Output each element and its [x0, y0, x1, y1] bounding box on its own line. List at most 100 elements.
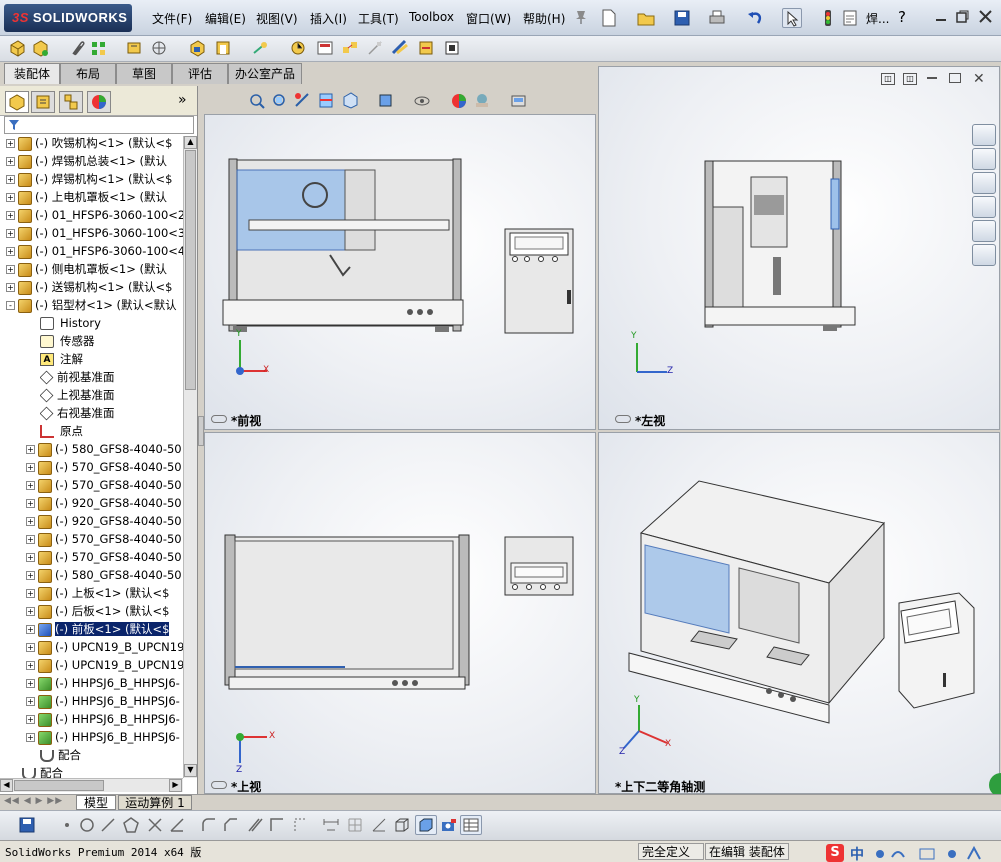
- exploded-view-icon[interactable]: [341, 39, 359, 57]
- menu-toolbox[interactable]: Toolbox: [409, 10, 454, 24]
- tree-item-plane[interactable]: 前视基准面: [40, 368, 115, 386]
- expander-icon[interactable]: +: [6, 229, 15, 238]
- expander-icon[interactable]: +: [6, 175, 15, 184]
- expander-icon[interactable]: +: [6, 139, 15, 148]
- ime-logo-icon[interactable]: S: [826, 844, 844, 862]
- tree-item-part[interactable]: + (-) HHPSJ6_B_HHPSJ6-: [26, 674, 180, 692]
- top-view-link-icon[interactable]: [211, 781, 227, 789]
- view-cube-icon[interactable]: [393, 816, 411, 834]
- offset-icon[interactable]: [246, 816, 264, 834]
- tree-item-sensor[interactable]: 传感器: [40, 332, 95, 350]
- tree-item-origin[interactable]: 原点: [40, 422, 83, 440]
- tree-item-part[interactable]: + (-) 570_GFS8-4040-50: [26, 476, 182, 494]
- tree-item-component[interactable]: + (-) 侧电机罩板<1> (默认: [6, 260, 167, 278]
- expander-icon[interactable]: +: [26, 733, 35, 742]
- fillet-icon[interactable]: [200, 816, 218, 834]
- expander-icon[interactable]: +: [26, 445, 35, 454]
- tree-item-annot[interactable]: A 注解: [40, 350, 83, 368]
- menu-tools[interactable]: 工具(T): [358, 10, 399, 27]
- undo-icon[interactable]: [745, 8, 765, 28]
- expander-icon[interactable]: +: [6, 283, 15, 292]
- tab-office-products[interactable]: 办公室产品: [228, 63, 302, 84]
- point-icon[interactable]: [58, 816, 76, 834]
- expander-icon[interactable]: +: [26, 463, 35, 472]
- tab-model[interactable]: 模型: [76, 795, 116, 810]
- clearance-verification-icon[interactable]: [417, 39, 435, 57]
- configuration-manager-tab-icon[interactable]: [59, 91, 83, 113]
- save-icon[interactable]: [672, 8, 692, 28]
- tree-item-mates-inner[interactable]: 配合: [40, 746, 81, 764]
- mate-paperclip-icon[interactable]: [68, 39, 86, 57]
- grid-icon[interactable]: [346, 816, 364, 834]
- solidworks-logo[interactable]: 3S SOLIDWORKS: [4, 4, 132, 32]
- menu-file[interactable]: 文件(F): [152, 10, 192, 27]
- tree-item-component[interactable]: + (-) 上电机罩板<1> (默认: [6, 188, 167, 206]
- viewport-tile-icon[interactable]: ◫: [881, 73, 895, 85]
- line-icon[interactable]: [99, 816, 117, 834]
- interference-detection-icon[interactable]: [391, 39, 409, 57]
- tree-item-part[interactable]: + (-) 920_GFS8-4040-50: [26, 512, 182, 530]
- tree-item-component[interactable]: + (-) 01_HFSP6-3060-100<4: [6, 242, 185, 260]
- expand-panel-icon[interactable]: »: [178, 92, 187, 108]
- rebuild-traffic-light-icon[interactable]: [818, 8, 838, 28]
- tree-item-plane[interactable]: 右视基准面: [40, 404, 115, 422]
- tab-layout[interactable]: 布局: [60, 63, 116, 84]
- tree-item-part[interactable]: + (-) 580_GFS8-4040-50: [26, 566, 182, 584]
- expander-icon[interactable]: +: [26, 679, 35, 688]
- tree-item-part[interactable]: + (-) 570_GFS8-4040-50: [26, 548, 182, 566]
- design-library-icon[interactable]: [972, 148, 996, 170]
- expander-icon[interactable]: +: [6, 157, 15, 166]
- tab-motion-study[interactable]: 运动算例 1: [118, 795, 192, 810]
- tree-item-part[interactable]: + (-) UPCN19_B_UPCN19-: [26, 656, 189, 674]
- tab-sketch[interactable]: 草图: [116, 63, 172, 84]
- left-viewport[interactable]: Y Z *左视 ◫ ◫ ✕: [598, 66, 1000, 430]
- feature-tree-tab-icon[interactable]: [5, 91, 29, 113]
- tree-item-part[interactable]: + (-) HHPSJ6_B_HHPSJ6-: [26, 728, 180, 746]
- bottom-save-icon[interactable]: [18, 816, 36, 834]
- tree-item-part[interactable]: + (-) HHPSJ6_B_HHPSJ6-: [26, 692, 180, 710]
- help-icon[interactable]: ?: [898, 8, 906, 26]
- display-manager-tab-icon[interactable]: [87, 91, 111, 113]
- tab-evaluate[interactable]: 评估: [172, 63, 228, 84]
- front-viewport[interactable]: X Y *前视: [204, 114, 596, 430]
- select-arrow-icon[interactable]: [782, 8, 802, 28]
- camera-icon[interactable]: [440, 816, 458, 834]
- tree-item-part[interactable]: + (-) 570_GFS8-4040-50: [26, 530, 182, 548]
- viewport-tile-2-icon[interactable]: ◫: [903, 73, 917, 85]
- expander-icon[interactable]: +: [26, 535, 35, 544]
- smart-fasteners-icon[interactable]: [125, 39, 143, 57]
- tree-item-part[interactable]: + (-) 570_GFS8-4040-50: [26, 458, 182, 476]
- expander-icon[interactable]: +: [6, 265, 15, 274]
- expander-icon[interactable]: +: [26, 481, 35, 490]
- angle-line-icon[interactable]: [168, 816, 186, 834]
- tree-item-part[interactable]: + (-) 后板<1> (默认<$: [26, 602, 169, 620]
- assembly-features-icon[interactable]: [214, 39, 232, 57]
- viewport-close-icon[interactable]: ✕: [973, 71, 985, 87]
- minimize-icon[interactable]: [935, 10, 947, 22]
- new-document-icon[interactable]: [599, 8, 619, 28]
- trim-icon[interactable]: [146, 816, 164, 834]
- expander-icon[interactable]: +: [26, 499, 35, 508]
- linear-pattern-icon[interactable]: [90, 39, 108, 57]
- tree-item-component[interactable]: + (-) 送锡机构<1> (默认<$: [6, 278, 172, 296]
- corner-rect-icon[interactable]: [268, 816, 286, 834]
- tree-vertical-scrollbar[interactable]: ▲ ▼: [183, 136, 197, 778]
- new-motion-study-icon[interactable]: [289, 39, 307, 57]
- new-part-icon[interactable]: [31, 39, 49, 57]
- tree-item-plane[interactable]: 上视基准面: [40, 386, 115, 404]
- circle-icon[interactable]: [78, 816, 96, 834]
- property-manager-tab-icon[interactable]: [31, 91, 55, 113]
- scroll-left-arrow-icon[interactable]: ◀: [0, 779, 13, 792]
- menu-window[interactable]: 窗口(W): [466, 10, 511, 27]
- tree-item-part[interactable]: + (-) 前板<1> (默认<$: [26, 620, 170, 638]
- tree-item-history[interactable]: History: [40, 314, 101, 332]
- expander-icon[interactable]: +: [26, 589, 35, 598]
- tree-item-component[interactable]: - (-) 铝型材<1> (默认<默认: [6, 296, 177, 314]
- tree-item-part[interactable]: + (-) 920_GFS8-4040-50: [26, 494, 182, 512]
- scroll-up-arrow-icon[interactable]: ▲: [184, 136, 197, 149]
- expander-icon[interactable]: +: [26, 625, 35, 634]
- expander-icon[interactable]: +: [26, 661, 35, 670]
- ime-toolbar-icons[interactable]: [872, 845, 992, 861]
- print-icon[interactable]: [707, 8, 727, 28]
- ime-mode[interactable]: 中: [850, 844, 864, 862]
